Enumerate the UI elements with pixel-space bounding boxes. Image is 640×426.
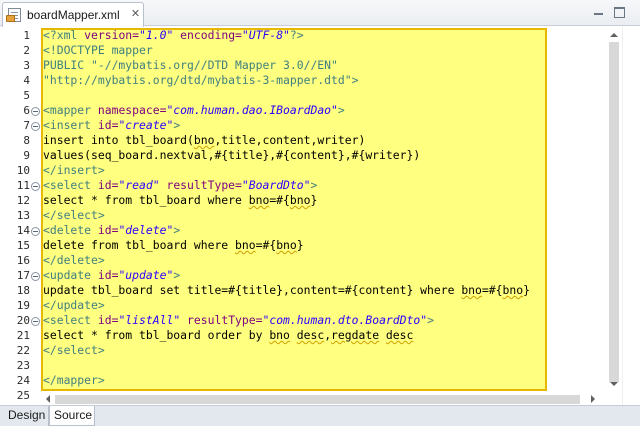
line-number: 1 bbox=[23, 29, 30, 42]
code-line[interactable]: </mapper> bbox=[43, 373, 105, 388]
line-number: 9 bbox=[23, 149, 30, 162]
line-number: 23 bbox=[16, 359, 30, 372]
editor-mode-tabs: Design Source bbox=[0, 405, 640, 426]
line-number: 11 bbox=[16, 179, 30, 192]
scroll-up-arrow-icon[interactable] bbox=[610, 33, 618, 37]
code-line[interactable]: </select> bbox=[43, 208, 105, 223]
line-number: 4 bbox=[23, 74, 30, 87]
line-number: 10 bbox=[16, 164, 30, 177]
collapse-fold-icon[interactable] bbox=[31, 227, 40, 236]
line-number: 22 bbox=[16, 344, 30, 357]
code-line[interactable]: values(seq_board.nextval,#{title},#{cont… bbox=[43, 148, 420, 163]
source-editor[interactable]: 1 2 3 4 5 6 7 8 9 10 11 12 13 14 15 16 1… bbox=[0, 27, 640, 407]
line-number: 6 bbox=[23, 104, 30, 117]
tab-source[interactable]: Source bbox=[49, 406, 95, 426]
code-line[interactable]: <!DOCTYPE mapper bbox=[43, 43, 153, 58]
editor-tab-bar: boardMapper.xml ✕ bbox=[0, 0, 640, 27]
line-number: 16 bbox=[16, 254, 30, 267]
code-line[interactable]: PUBLIC "-//mybatis.org//DTD Mapper 3.0//… bbox=[43, 58, 338, 73]
scroll-down-arrow-icon[interactable] bbox=[610, 382, 618, 386]
line-number: 13 bbox=[16, 209, 30, 222]
code-line[interactable]: select * from tbl_board where bno=#{bno} bbox=[43, 193, 317, 208]
code-line[interactable]: </delete> bbox=[43, 253, 105, 268]
minimize-icon[interactable] bbox=[592, 5, 606, 19]
close-icon[interactable]: ✕ bbox=[129, 7, 142, 20]
line-number: 7 bbox=[23, 119, 30, 132]
line-number: 18 bbox=[16, 284, 30, 297]
line-number: 5 bbox=[23, 89, 30, 102]
vertical-scroll-thumb[interactable] bbox=[609, 42, 619, 382]
line-number-gutter: 1 2 3 4 5 6 7 8 9 10 11 12 13 14 15 16 1… bbox=[0, 27, 41, 405]
scroll-right-arrow-icon[interactable] bbox=[591, 395, 595, 403]
code-line[interactable]: "http://mybatis.org/dtd/mybatis-3-mapper… bbox=[43, 73, 358, 88]
code-line[interactable]: <delete id="delete"> bbox=[43, 223, 180, 238]
code-line[interactable]: <select id="listAll" resultType="com.hum… bbox=[43, 313, 434, 328]
code-line[interactable]: <select id="read" resultType="BoardDto"> bbox=[43, 178, 317, 193]
collapse-fold-icon[interactable] bbox=[31, 107, 40, 116]
line-number: 2 bbox=[23, 44, 30, 57]
line-number: 20 bbox=[16, 314, 30, 327]
overview-ruler bbox=[622, 27, 640, 405]
code-line[interactable]: </update> bbox=[43, 298, 105, 313]
code-line[interactable]: </insert> bbox=[43, 163, 105, 178]
collapse-fold-icon[interactable] bbox=[31, 317, 40, 326]
code-line[interactable]: select * from tbl_board order by bno des… bbox=[43, 328, 413, 343]
editor-tab-boardmapper[interactable]: boardMapper.xml ✕ bbox=[2, 2, 144, 27]
collapse-fold-icon[interactable] bbox=[31, 122, 40, 131]
line-number: 3 bbox=[23, 59, 30, 72]
horizontal-scroll-thumb[interactable] bbox=[55, 395, 580, 404]
editor-tab-title: boardMapper.xml bbox=[27, 8, 120, 22]
line-number: 21 bbox=[16, 329, 30, 342]
scroll-left-arrow-icon[interactable] bbox=[46, 395, 50, 403]
code-line[interactable]: <mapper namespace="com.human.dao.IBoardD… bbox=[43, 103, 345, 118]
xml-file-icon bbox=[6, 8, 21, 22]
code-line[interactable]: <update id="update"> bbox=[43, 268, 180, 283]
code-line[interactable]: <insert id="create"> bbox=[43, 118, 180, 133]
collapse-fold-icon[interactable] bbox=[31, 272, 40, 281]
line-number: 19 bbox=[16, 299, 30, 312]
collapse-fold-icon[interactable] bbox=[31, 182, 40, 191]
code-line[interactable]: insert into tbl_board(bno,title,content,… bbox=[43, 133, 365, 148]
line-number: 12 bbox=[16, 194, 30, 207]
line-number: 24 bbox=[16, 374, 30, 387]
line-number: 8 bbox=[23, 134, 30, 147]
line-number: 25 bbox=[16, 389, 30, 402]
code-line[interactable]: delete from tbl_board where bno=#{bno} bbox=[43, 238, 304, 253]
tab-design[interactable]: Design bbox=[4, 406, 49, 426]
line-number: 14 bbox=[16, 224, 30, 237]
line-number: 17 bbox=[16, 269, 30, 282]
vertical-scrollbar[interactable] bbox=[606, 27, 623, 391]
code-line[interactable]: update tbl_board set title=#{title},cont… bbox=[43, 283, 530, 298]
line-number: 15 bbox=[16, 239, 30, 252]
maximize-icon[interactable] bbox=[612, 5, 626, 19]
code-line[interactable]: </select> bbox=[43, 343, 105, 358]
code-line[interactable]: <?xml version="1.0" encoding="UTF-8"?> bbox=[43, 28, 304, 43]
